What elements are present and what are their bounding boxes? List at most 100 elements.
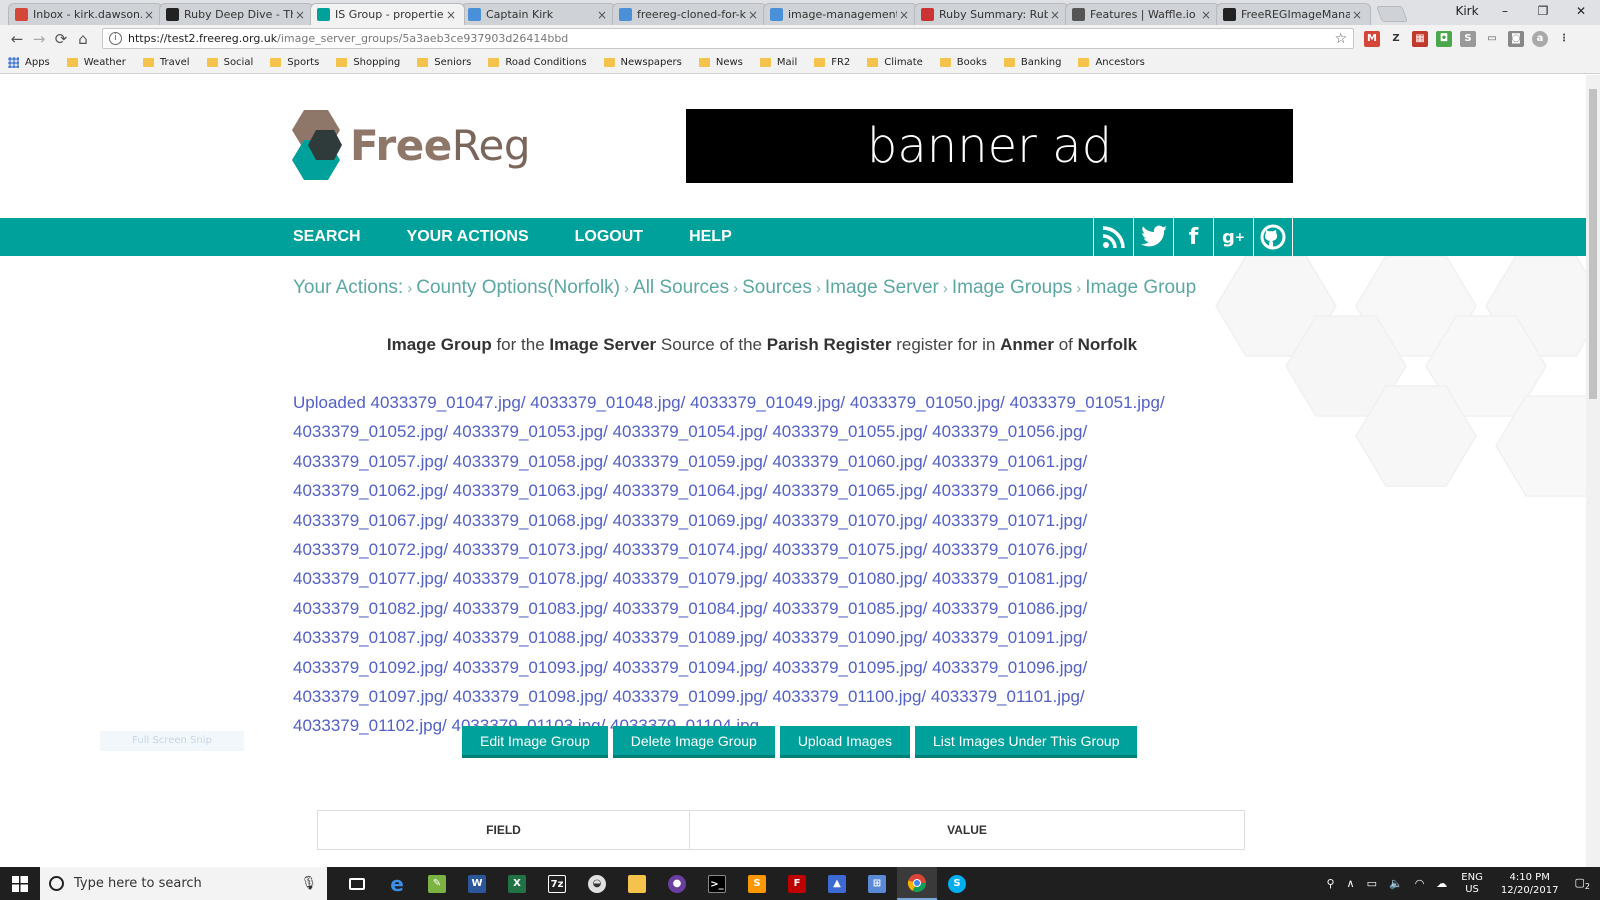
- bookmark-item[interactable]: Apps: [8, 57, 50, 68]
- todoist-ext-icon[interactable]: ▦: [1412, 30, 1428, 47]
- bookmark-item[interactable]: Mail: [759, 57, 797, 68]
- browser-tab[interactable]: Inbox - kirk.dawson.bc×: [8, 3, 163, 25]
- breadcrumb-image-groups[interactable]: Image Groups: [952, 277, 1072, 298]
- bookmark-item[interactable]: Weather: [66, 57, 126, 68]
- 7zip-icon[interactable]: 7z: [537, 867, 577, 900]
- home-icon[interactable]: ⌂: [72, 28, 94, 50]
- new-tab-button[interactable]: [1376, 6, 1408, 22]
- browser-tab[interactable]: freereg-cloned-for-kirk×: [612, 3, 767, 25]
- clock[interactable]: 4:10 PM 12/20/2017: [1501, 871, 1559, 897]
- volume-icon[interactable]: 🔈: [1389, 877, 1403, 890]
- tab-close-icon[interactable]: ×: [897, 8, 911, 22]
- bookmark-item[interactable]: Road Conditions: [488, 57, 587, 68]
- bookmark-item[interactable]: FR2: [814, 57, 850, 68]
- bookmark-item[interactable]: Travel: [142, 57, 190, 68]
- tab-close-icon[interactable]: ×: [746, 8, 760, 22]
- rss-icon[interactable]: [1093, 218, 1133, 256]
- bookmark-item[interactable]: Newspapers: [603, 57, 682, 68]
- browser-tab[interactable]: Captain Kirk ×: [461, 3, 616, 25]
- nav-logout[interactable]: LOGOUT: [575, 228, 643, 246]
- notification-icon[interactable]: ▢2: [1575, 876, 1591, 891]
- edge-icon[interactable]: e: [377, 867, 417, 900]
- forward-icon[interactable]: →: [28, 28, 50, 50]
- evernote-ext-icon[interactable]: ◘: [1436, 30, 1452, 47]
- tab-close-icon[interactable]: ×: [595, 8, 609, 22]
- s-ext-icon[interactable]: S: [1460, 30, 1476, 47]
- banner-ad[interactable]: banner ad: [686, 109, 1293, 183]
- notepad-icon[interactable]: ✎: [417, 867, 457, 900]
- tab-close-icon[interactable]: ×: [1048, 8, 1062, 22]
- microphone-icon[interactable]: 🎙: [300, 876, 317, 891]
- word-icon[interactable]: W: [457, 867, 497, 900]
- breadcrumb-county-options[interactable]: County Options(Norfolk): [416, 277, 620, 298]
- onedrive-icon[interactable]: ☁: [1436, 877, 1447, 890]
- filezilla-icon[interactable]: F: [777, 867, 817, 900]
- excel-icon[interactable]: X: [497, 867, 537, 900]
- breadcrumb-image-server[interactable]: Image Server: [825, 277, 939, 298]
- tab-close-icon[interactable]: ×: [293, 8, 307, 22]
- address-bar[interactable]: i https://test2.freereg.org.uk/image_ser…: [102, 28, 1354, 49]
- tab-close-icon[interactable]: ×: [444, 8, 458, 22]
- browser-tab[interactable]: Ruby Summary: Ruby S×: [914, 3, 1069, 25]
- facebook-icon[interactable]: f: [1173, 218, 1213, 256]
- bookmark-item[interactable]: Books: [939, 57, 987, 68]
- breadcrumb-all-sources[interactable]: All Sources: [633, 277, 729, 298]
- bookmark-item[interactable]: Social: [206, 57, 253, 68]
- terminal-icon[interactable]: >_: [697, 867, 737, 900]
- adblock-ext-icon[interactable]: a: [1532, 30, 1548, 47]
- freereg-logo[interactable]: FreeReg: [290, 108, 530, 182]
- browser-tab[interactable]: image-management - C×: [763, 3, 918, 25]
- tab-close-icon[interactable]: ×: [1199, 8, 1213, 22]
- tray-chevron-icon[interactable]: ∧: [1347, 877, 1355, 890]
- wifi-icon[interactable]: ◠: [1415, 877, 1425, 890]
- bookmark-star-icon[interactable]: ☆: [1334, 31, 1347, 47]
- close-window-button[interactable]: ✕: [1562, 0, 1600, 22]
- bookmark-item[interactable]: Banking: [1003, 57, 1061, 68]
- network-app-icon[interactable]: ⊞: [857, 867, 897, 900]
- bookmark-item[interactable]: Climate: [867, 57, 923, 68]
- media-icon[interactable]: ●: [657, 867, 697, 900]
- people-icon[interactable]: ⚲: [1326, 877, 1334, 890]
- browser-tab[interactable]: FreeREGImageManage×: [1216, 3, 1371, 25]
- restore-button[interactable]: ❐: [1524, 0, 1562, 22]
- list-images-button[interactable]: List Images Under This Group: [914, 726, 1138, 758]
- paint-icon[interactable]: ◒: [577, 867, 617, 900]
- file-explorer-icon[interactable]: [617, 867, 657, 900]
- browser-tab[interactable]: IS Group - properties | I×: [310, 3, 465, 25]
- sublime-icon[interactable]: S: [737, 867, 777, 900]
- breadcrumb-your-actions[interactable]: Your Actions:: [293, 277, 403, 298]
- task-view-icon[interactable]: [337, 867, 377, 900]
- language-indicator[interactable]: ENG US: [1461, 872, 1483, 896]
- scrollbar-thumb[interactable]: [1589, 89, 1597, 399]
- bookmark-item[interactable]: News: [698, 57, 743, 68]
- minimize-button[interactable]: –: [1486, 0, 1524, 22]
- profile-label[interactable]: Kirk: [1448, 0, 1486, 22]
- battery-icon[interactable]: ▭: [1367, 877, 1377, 890]
- bookmark-item[interactable]: Shopping: [336, 57, 400, 68]
- reload-icon[interactable]: ⟳: [50, 28, 72, 50]
- github-icon[interactable]: [1253, 218, 1293, 256]
- twitter-icon[interactable]: [1133, 218, 1173, 256]
- browser-tab[interactable]: Features | Waffle.io ×: [1065, 3, 1220, 25]
- breadcrumb-sources[interactable]: Sources: [742, 277, 812, 298]
- zotero-ext-icon[interactable]: Z: [1388, 30, 1404, 47]
- nav-search[interactable]: SEARCH: [293, 228, 361, 246]
- edit-image-group-button[interactable]: Edit Image Group: [462, 726, 608, 758]
- tab-close-icon[interactable]: ×: [142, 8, 156, 22]
- back-icon[interactable]: ←: [6, 28, 28, 50]
- skype-icon[interactable]: S: [937, 867, 977, 900]
- cast-icon[interactable]: ▭: [1484, 30, 1500, 47]
- breadcrumb-image-group[interactable]: Image Group: [1085, 277, 1196, 298]
- site-info-icon[interactable]: i: [109, 32, 122, 45]
- browser-tab[interactable]: Ruby Deep Dive - The I×: [159, 3, 314, 25]
- bookmark-item[interactable]: Seniors: [417, 57, 471, 68]
- nav-your-actions[interactable]: YOUR ACTIONS: [407, 228, 529, 246]
- google-plus-icon[interactable]: g +: [1213, 218, 1253, 256]
- upload-images-button[interactable]: Upload Images: [779, 726, 910, 758]
- tab-close-icon[interactable]: ×: [1350, 8, 1364, 22]
- bookmark-item[interactable]: Ancestors: [1078, 57, 1145, 68]
- chrome-icon[interactable]: [897, 867, 937, 900]
- gmail-ext-icon[interactable]: M: [1364, 30, 1380, 47]
- photo-ext-icon[interactable]: ◙: [1508, 30, 1524, 47]
- delete-image-group-button[interactable]: Delete Image Group: [612, 726, 775, 758]
